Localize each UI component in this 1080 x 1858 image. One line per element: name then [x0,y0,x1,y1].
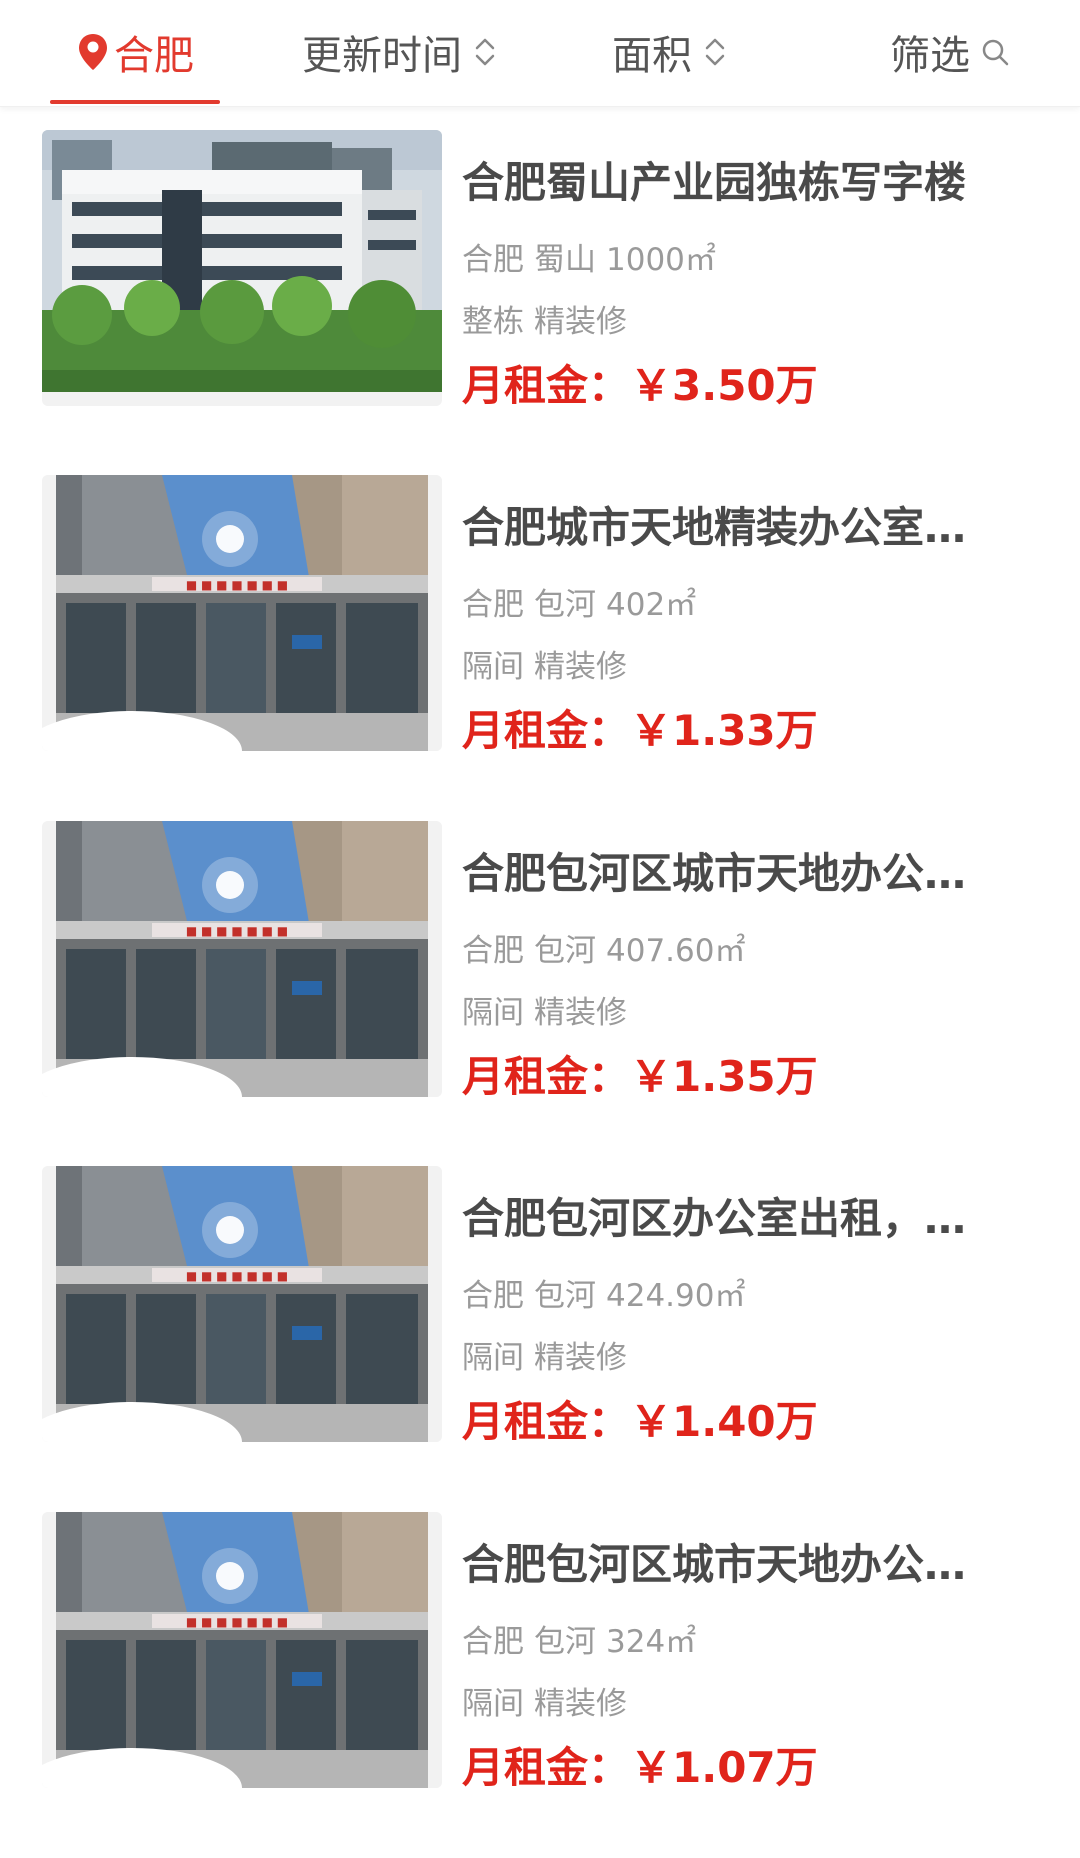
listing-rent: 月租金：￥3.50万 [462,358,818,414]
listing-district: 包河 [534,933,596,969]
svg-text:■ ■ ■ ■ ■ ■ ■: ■ ■ ■ ■ ■ ■ ■ [186,1615,288,1629]
listing-tags: 隔间 精装修 [462,647,627,687]
listing-district: 蜀山 [534,242,596,278]
listing-city: 合肥 [462,242,524,278]
rent-value: ￥1.40万 [630,1397,818,1446]
listing-info: 合肥包河区办公室出租，精装修合肥 包河 424.90㎡隔间 精装修月租金：￥1.40万 [462,1166,1002,1446]
listing-decoration: 精装修 [534,1686,627,1722]
listing-photo: ■ ■ ■ ■ ■ ■ ■ [42,475,442,751]
listing-location-area: 合肥 包河 424.90㎡ [462,1276,745,1316]
listing-item[interactable]: ■ ■ ■ ■ ■ ■ ■ 合肥包河区城市天地办公室出租合肥 包河 324㎡隔间 精装… [0,1512,1080,1812]
listing-rent: 月租金：￥1.35万 [462,1049,818,1105]
active-tab-indicator [50,100,220,104]
listing-thumbnail[interactable] [42,130,442,406]
listing-location-area: 合肥 包河 324㎡ [462,1622,696,1662]
listing-title[interactable]: 合肥蜀山产业园独栋写字楼 [462,156,1002,210]
rent-label: 月租金： [462,1052,631,1101]
listing-type: 整栋 [462,304,524,340]
location-pin-icon [79,34,107,70]
filter-search-label: 筛选 [890,33,970,79]
area-sort-label: 面积 [612,33,692,79]
listing-decoration: 精装修 [534,649,627,685]
filter-bar: 合肥 更新时间 面积 筛选 [0,0,1080,107]
listing-area: 424.90㎡ [606,1278,746,1314]
listing-type: 隔间 [462,1340,524,1376]
svg-text:■ ■ ■ ■ ■ ■ ■: ■ ■ ■ ■ ■ ■ ■ [186,924,288,938]
listing-thumbnail[interactable]: ■ ■ ■ ■ ■ ■ ■ [42,1166,442,1442]
listing-photo: ■ ■ ■ ■ ■ ■ ■ [42,1512,442,1788]
listing-city: 合肥 [462,1278,524,1314]
listing-info: 合肥城市天地精装办公室出租合肥 包河 402㎡隔间 精装修月租金：￥1.33万 [462,475,1002,755]
listing-title[interactable]: 合肥包河区办公室出租，精装修 [462,1192,1002,1246]
svg-text:■ ■ ■ ■ ■ ■ ■: ■ ■ ■ ■ ■ ■ ■ [186,1269,288,1283]
listing-district: 包河 [534,1278,596,1314]
listing-area: 402㎡ [606,587,697,623]
city-filter-label: 合肥 [114,33,194,79]
rent-label: 月租金： [462,1743,631,1792]
search-icon [982,39,1009,66]
listing-info: 合肥包河区城市天地办公室出租合肥 包河 407.60㎡隔间 精装修月租金：￥1.35万 [462,821,1002,1101]
listing-tags: 隔间 精装修 [462,993,627,1033]
listing-location-area: 合肥 蜀山 1000㎡ [462,240,716,280]
listing-photo [42,130,442,392]
listing-rent: 月租金：￥1.40万 [462,1394,818,1450]
listing-district: 包河 [534,587,596,623]
listing-type: 隔间 [462,1686,524,1722]
listing-rent: 月租金：￥1.07万 [462,1740,818,1796]
listing-title[interactable]: 合肥包河区城市天地办公室出租 [462,1538,1002,1592]
listing-info: 合肥蜀山产业园独栋写字楼合肥 蜀山 1000㎡整栋 精装修月租金：￥3.50万 [462,130,1002,410]
listing-decoration: 精装修 [534,304,627,340]
listing-tags: 整栋 精装修 [462,302,627,342]
svg-text:■ ■ ■ ■ ■ ■ ■: ■ ■ ■ ■ ■ ■ ■ [186,578,288,592]
listing-title[interactable]: 合肥城市天地精装办公室出租 [462,501,1002,555]
listing-title[interactable]: 合肥包河区城市天地办公室出租 [462,847,1002,901]
listing-location-area: 合肥 包河 402㎡ [462,585,696,625]
listing-item[interactable]: ■ ■ ■ ■ ■ ■ ■ 合肥包河区办公室出租，精装修合肥 包河 424.90㎡隔… [0,1166,1080,1466]
rent-value: ￥3.50万 [630,361,818,410]
listing-item[interactable]: ■ ■ ■ ■ ■ ■ ■ 合肥包河区城市天地办公室出租合肥 包河 407.60㎡隔… [0,821,1080,1121]
update-time-sort-label: 更新时间 [302,33,462,79]
listing-item[interactable]: 合肥蜀山产业园独栋写字楼合肥 蜀山 1000㎡整栋 精装修月租金：￥3.50万 [0,130,1080,430]
listing-thumbnail[interactable]: ■ ■ ■ ■ ■ ■ ■ [42,475,442,751]
rent-value: ￥1.35万 [630,1052,818,1101]
rent-value: ￥1.33万 [630,706,818,755]
listing-type: 隔间 [462,649,524,685]
listing-tags: 隔间 精装修 [462,1338,627,1378]
listing-photo: ■ ■ ■ ■ ■ ■ ■ [42,821,442,1097]
listing-district: 包河 [534,1624,596,1660]
filter-search-button[interactable]: 筛选 [870,0,1030,104]
listing-thumbnail[interactable]: ■ ■ ■ ■ ■ ■ ■ [42,821,442,1097]
listing-city: 合肥 [462,587,524,623]
listing-area: 1000㎡ [606,242,716,278]
rent-value: ￥1.07万 [630,1743,818,1792]
listing-info: 合肥包河区城市天地办公室出租合肥 包河 324㎡隔间 精装修月租金：￥1.07万 [462,1512,1002,1792]
listing-thumbnail[interactable]: ■ ■ ■ ■ ■ ■ ■ [42,1512,442,1788]
listing-rent: 月租金：￥1.33万 [462,703,818,759]
listing-tags: 隔间 精装修 [462,1684,627,1724]
rent-label: 月租金： [462,706,631,755]
rent-label: 月租金： [462,361,631,410]
listing-type: 隔间 [462,995,524,1031]
listing-area: 324㎡ [606,1624,697,1660]
listing-city: 合肥 [462,933,524,969]
listing-location-area: 合肥 包河 407.60㎡ [462,931,745,971]
listing-city: 合肥 [462,1624,524,1660]
sort-updown-icon [475,38,495,66]
listing-decoration: 精装修 [534,1340,627,1376]
listing-photo: ■ ■ ■ ■ ■ ■ ■ [42,1166,442,1442]
city-filter-button[interactable]: 合肥 [50,0,220,104]
listing-item[interactable]: ■ ■ ■ ■ ■ ■ ■ 合肥城市天地精装办公室出租合肥 包河 402㎡隔间 精装修… [0,475,1080,775]
sort-updown-icon [705,38,725,66]
update-time-sort-button[interactable]: 更新时间 [290,0,510,104]
listing-area: 407.60㎡ [606,933,746,969]
area-sort-button[interactable]: 面积 [600,0,740,104]
rent-label: 月租金： [462,1397,631,1446]
listing-decoration: 精装修 [534,995,627,1031]
